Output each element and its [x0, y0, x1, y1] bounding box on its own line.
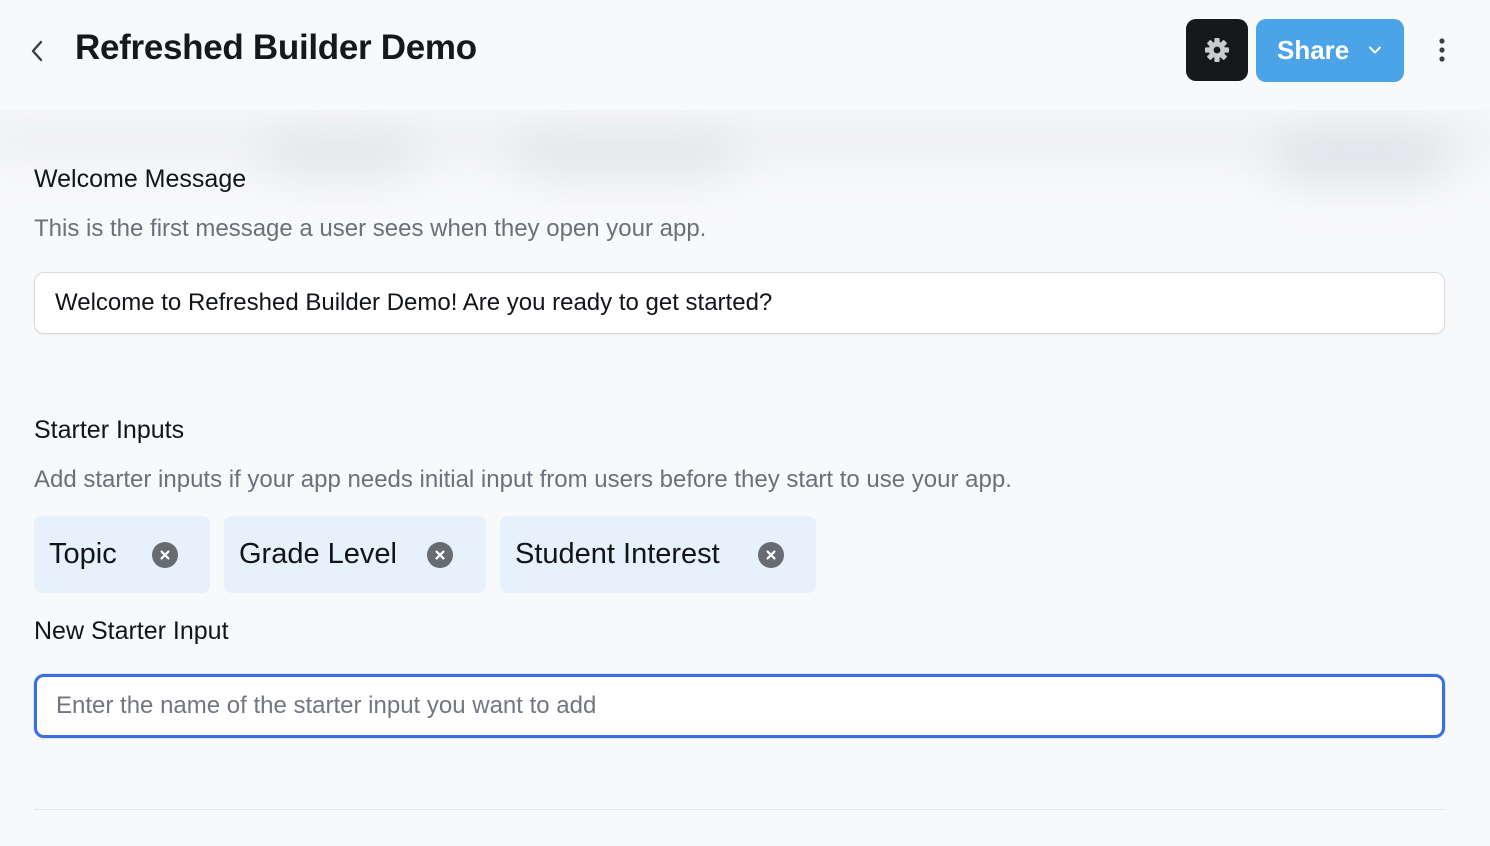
starter-input-chip: Grade Level [224, 516, 486, 593]
starter-input-chip: Student Interest [500, 516, 816, 593]
chevron-down-icon[interactable] [1368, 43, 1382, 57]
share-button[interactable]: Share [1256, 19, 1404, 82]
back-button[interactable] [22, 36, 52, 66]
divider [34, 809, 1445, 810]
page-title: Refreshed Builder Demo [75, 28, 477, 67]
starter-input-chip: Topic [34, 516, 210, 593]
settings-button[interactable] [1186, 19, 1248, 81]
chip-remove-button[interactable] [152, 541, 178, 568]
close-icon [160, 549, 170, 560]
chip-remove-button[interactable] [427, 541, 453, 568]
close-icon [435, 549, 445, 560]
starter-input-chips: Topic Grade Level Student Interest [34, 516, 816, 593]
main-content: Welcome Message This is the first messag… [0, 0, 1490, 846]
chip-label: Student Interest [515, 538, 720, 570]
welcome-message-title: Welcome Message [34, 165, 247, 193]
share-button-label: Share [1277, 35, 1350, 65]
new-starter-input-title: New Starter Input [34, 617, 229, 645]
scroll-shadow [0, 110, 1490, 210]
app-header: Refreshed Builder Demo Share [0, 0, 1490, 110]
new-starter-input-field[interactable] [34, 674, 1445, 738]
chevron-left-icon [31, 40, 43, 62]
more-options-button[interactable] [1428, 34, 1456, 66]
gear-icon [1205, 38, 1229, 62]
chip-label: Topic [49, 538, 117, 570]
welcome-message-description: This is the first message a user sees wh… [34, 215, 707, 242]
close-icon [766, 549, 776, 560]
starter-inputs-description: Add starter inputs if your app needs ini… [34, 466, 1012, 493]
welcome-message-input[interactable] [34, 272, 1445, 334]
chip-label: Grade Level [239, 538, 397, 570]
vertical-ellipsis-icon [1439, 38, 1445, 62]
starter-inputs-title: Starter Inputs [34, 416, 185, 444]
chip-remove-button[interactable] [758, 541, 784, 568]
